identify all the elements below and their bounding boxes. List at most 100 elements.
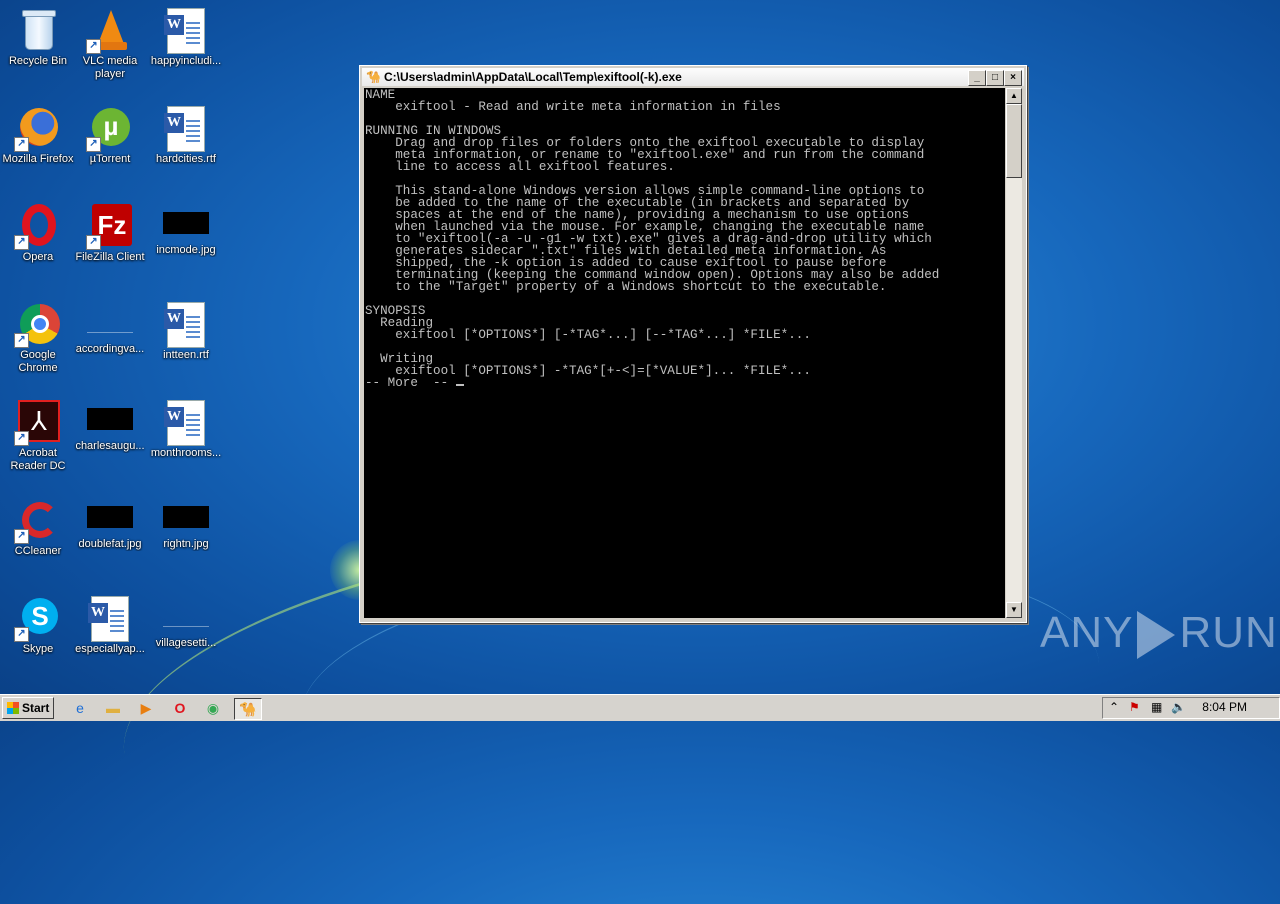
desktop-icon-label: Skype	[22, 643, 54, 655]
desktop-icon-intteen[interactable]: W intteen.rtf	[148, 298, 224, 362]
file-explorer-icon[interactable]: ▬	[103, 698, 123, 718]
desktop-icon-acrobat[interactable]: ⅄ ↗ Acrobat Reader DC	[0, 396, 76, 473]
blank-file-icon	[163, 604, 209, 627]
desktop-icon-label: intteen.rtf	[163, 349, 209, 361]
desktop-icon-label: happyincludi...	[150, 55, 222, 67]
word-document-icon: W	[88, 596, 132, 642]
desktop-icon-label: Recycle Bin	[8, 55, 68, 67]
image-thumbnail-icon	[163, 506, 209, 528]
anyrun-watermark: ANY RUN	[1040, 608, 1278, 660]
blank-file-icon	[87, 310, 133, 333]
console-output[interactable]: NAME exiftool - Read and write meta info…	[364, 88, 1005, 618]
desktop-icon-label: monthrooms...	[150, 447, 222, 459]
desktop-icon-label: villagesetti...	[155, 637, 217, 649]
camel-icon: 🐪	[366, 70, 381, 84]
desktop-icon-doublefat[interactable]: doublefat.jpg	[72, 494, 148, 551]
maximize-button[interactable]: □	[986, 70, 1004, 86]
play-icon	[1137, 611, 1176, 660]
desktop-icon-filezilla[interactable]: Fz ↗ FileZilla Client	[72, 200, 148, 264]
window-titlebar[interactable]: 🐪 C:\Users\admin\AppData\Local\Temp\exif…	[362, 68, 1024, 86]
desktop-icon-label: especiallyap...	[75, 643, 145, 655]
network-icon[interactable]: ▦	[1151, 700, 1162, 714]
watermark-right-text: RUN	[1179, 608, 1278, 657]
desktop-icon-rightn[interactable]: rightn.jpg	[148, 494, 224, 551]
desktop-icon-villagesetti[interactable]: villagesetti...	[148, 592, 224, 650]
shortcut-arrow-icon: ↗	[86, 39, 101, 54]
chrome-icon: ↗	[14, 302, 60, 348]
desktop-icon-label: accordingva...	[75, 343, 145, 355]
taskbar: Start e ▬ ▶ O ◉ 🐪 ⌃ ⚑ ▦ 🔈 8:04 PM	[0, 694, 1280, 721]
desktop-icon-utorrent[interactable]: µ ↗ µTorrent	[72, 102, 148, 166]
start-label: Start	[22, 701, 50, 715]
console-window[interactable]: 🐪 C:\Users\admin\AppData\Local\Temp\exif…	[359, 65, 1027, 623]
filezilla-icon: Fz ↗	[86, 204, 132, 250]
recycle-bin-icon	[16, 8, 60, 52]
desktop-icon-recycle-bin[interactable]: Recycle Bin	[0, 4, 76, 68]
vertical-scrollbar[interactable]: ▲ ▼	[1006, 88, 1022, 618]
clock[interactable]: 8:04 PM	[1202, 700, 1247, 714]
desktop-icon-monthrooms[interactable]: W monthrooms...	[148, 396, 224, 460]
desktop-icon-ccleaner[interactable]: ↗ CCleaner	[0, 494, 76, 558]
shortcut-arrow-icon: ↗	[14, 137, 29, 152]
desktop-icon-label: Mozilla Firefox	[2, 153, 74, 165]
word-document-icon: W	[164, 302, 208, 348]
firefox-icon: ↗	[14, 106, 60, 152]
console-text: NAME exiftool - Read and write meta info…	[365, 88, 940, 390]
internet-explorer-icon[interactable]: e	[70, 698, 90, 718]
text-cursor	[455, 384, 464, 386]
word-document-icon: W	[164, 106, 208, 152]
desktop-icon-label: µTorrent	[89, 153, 131, 165]
shortcut-arrow-icon: ↗	[86, 137, 101, 152]
desktop-icon-especiallyap[interactable]: W especiallyap...	[72, 592, 148, 656]
skype-icon: S ↗	[14, 596, 60, 642]
watermark-left-text: ANY	[1040, 608, 1134, 657]
desktop-icon-skype[interactable]: S ↗ Skype	[0, 592, 76, 656]
scroll-up-arrow-icon[interactable]: ▲	[1006, 88, 1022, 104]
utorrent-icon: µ ↗	[86, 106, 132, 152]
shortcut-arrow-icon: ↗	[14, 431, 29, 446]
close-button[interactable]: ×	[1004, 70, 1022, 86]
desktop-icon-chrome[interactable]: ↗ Google Chrome	[0, 298, 76, 375]
action-center-icon[interactable]: ⚑	[1129, 700, 1140, 714]
acrobat-reader-icon: ⅄ ↗	[14, 400, 60, 446]
desktop-icon-label: CCleaner	[14, 545, 62, 557]
vlc-cone-icon: ↗	[86, 8, 132, 54]
system-tray: ⌃ ⚑ ▦ 🔈 8:04 PM	[1102, 697, 1280, 719]
word-document-icon: W	[164, 8, 208, 54]
chrome-taskbar-icon[interactable]: ◉	[203, 698, 223, 718]
desktop-icon-hardcities[interactable]: W hardcities.rtf	[148, 102, 224, 166]
scroll-down-arrow-icon[interactable]: ▼	[1006, 602, 1022, 618]
opera-taskbar-icon[interactable]: O	[170, 698, 190, 718]
desktop-icon-label: FileZilla Client	[75, 251, 145, 263]
scrollbar-thumb[interactable]	[1006, 104, 1022, 178]
desktop-icon-vlc[interactable]: ↗ VLC media player	[72, 4, 148, 81]
shortcut-arrow-icon: ↗	[14, 529, 29, 544]
shortcut-arrow-icon: ↗	[14, 627, 29, 642]
windows-logo-icon	[7, 702, 19, 714]
desktop-icon-firefox[interactable]: ↗ Mozilla Firefox	[0, 102, 76, 166]
desktop-icon-incmode[interactable]: incmode.jpg	[148, 200, 224, 257]
desktop-icon-label: doublefat.jpg	[78, 538, 142, 550]
minimize-button[interactable]: _	[968, 70, 986, 86]
ccleaner-icon: ↗	[14, 498, 60, 544]
word-document-icon: W	[164, 400, 208, 446]
desktop-icon-label: charlesaugu...	[75, 440, 145, 452]
volume-icon[interactable]: 🔈	[1171, 700, 1186, 714]
desktop-icon-opera[interactable]: ↗ Opera	[0, 200, 76, 264]
shortcut-arrow-icon: ↗	[14, 235, 29, 250]
desktop-icon-label: Google Chrome	[18, 349, 58, 374]
exiftool-taskbar-button[interactable]: 🐪	[234, 698, 262, 720]
desktop-icon-label: VLC media player	[82, 55, 138, 80]
desktop-icon-accordingva[interactable]: accordingva...	[72, 298, 148, 356]
image-thumbnail-icon	[87, 506, 133, 528]
desktop-icon-happyincludi[interactable]: W happyincludi...	[148, 4, 224, 68]
desktop-icon-charlesaugu[interactable]: charlesaugu...	[72, 396, 148, 453]
desktop-icon-label: hardcities.rtf	[156, 153, 216, 165]
start-button[interactable]: Start	[2, 697, 54, 719]
opera-icon: ↗	[14, 204, 60, 250]
show-hidden-icons-icon[interactable]: ⌃	[1109, 700, 1119, 714]
shortcut-arrow-icon: ↗	[14, 333, 29, 348]
media-player-icon[interactable]: ▶	[136, 698, 156, 718]
image-thumbnail-icon	[163, 212, 209, 234]
desktop-icon-label: Acrobat Reader DC	[10, 447, 66, 472]
